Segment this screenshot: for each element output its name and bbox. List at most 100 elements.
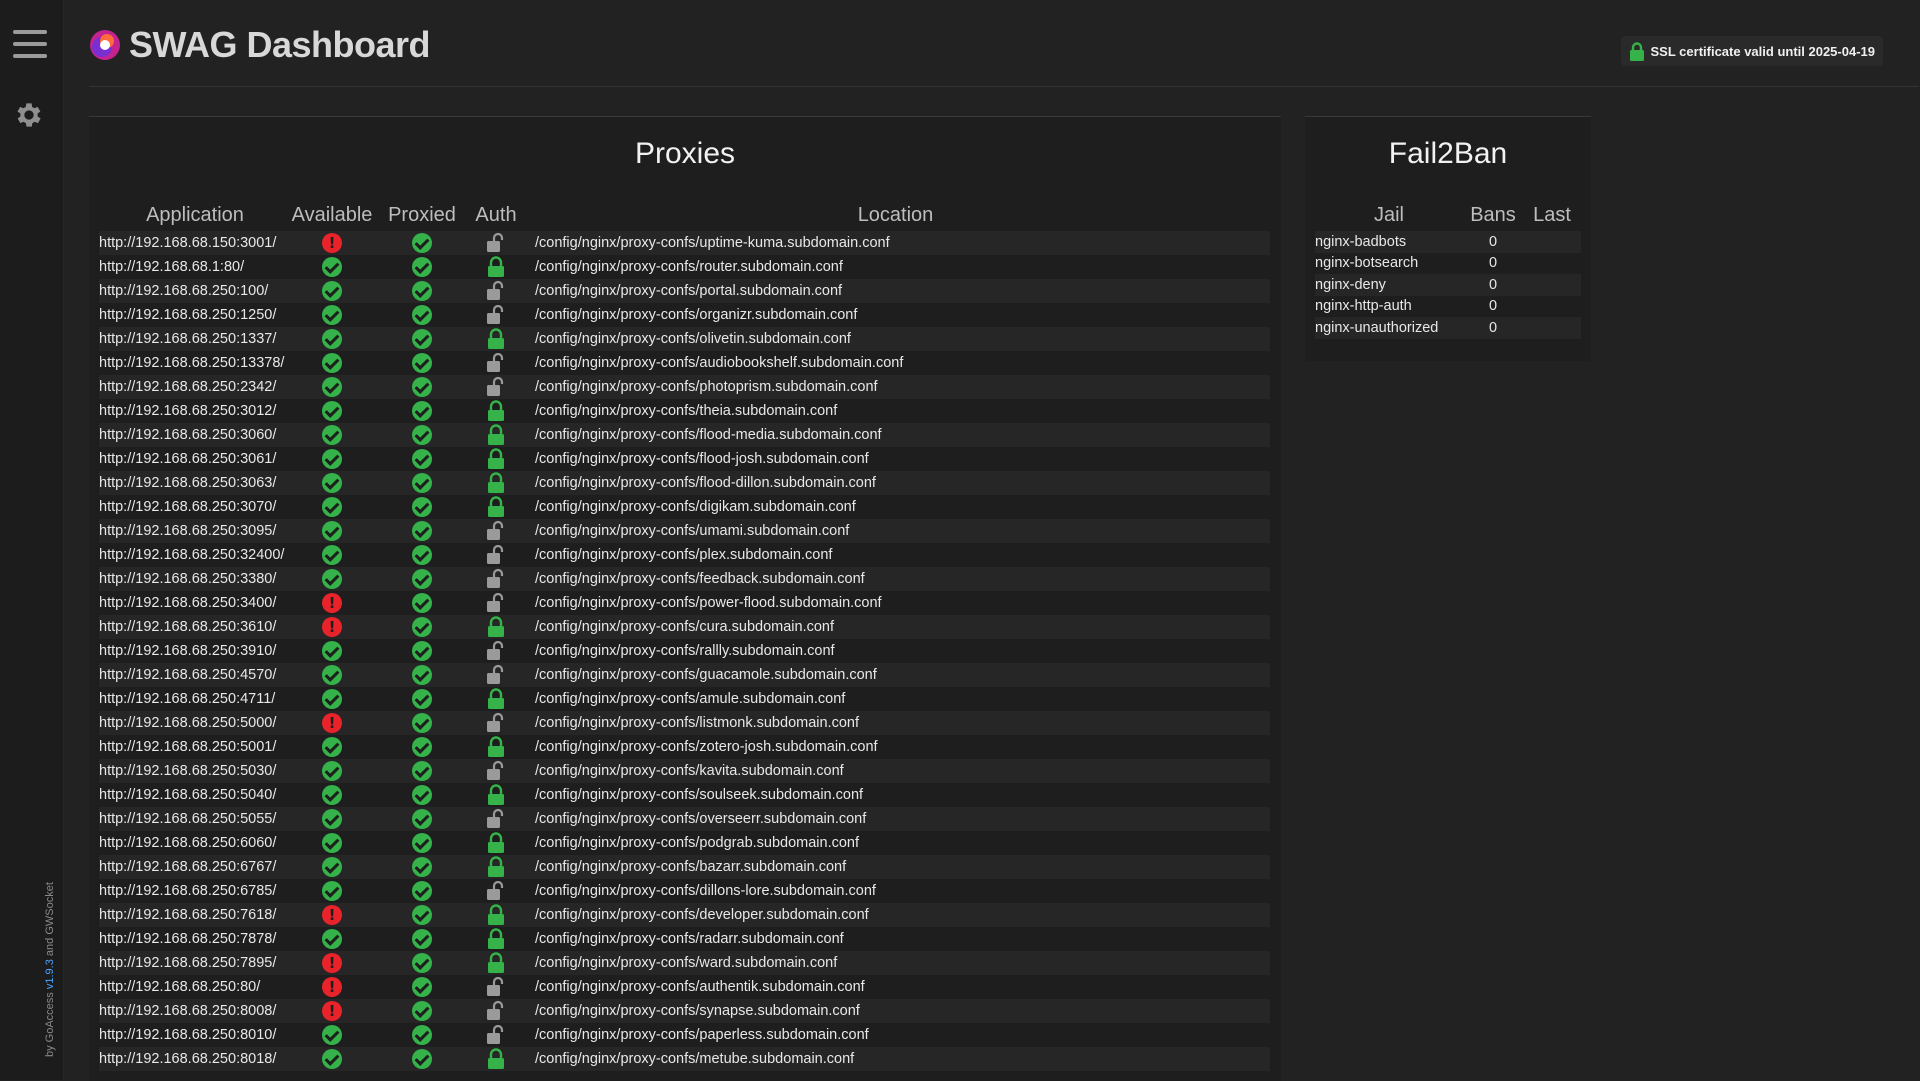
proxy-location-text: /config/nginx/proxy-confs/paperless.subd… <box>535 1027 869 1043</box>
proxy-auth-cell <box>471 375 521 399</box>
column-header-proxied[interactable]: Proxied <box>373 199 471 231</box>
proxy-location-text: /config/nginx/proxy-confs/rallly.subdoma… <box>535 643 835 659</box>
proxy-application-link[interactable]: http://192.168.68.250:6767/ <box>99 855 291 879</box>
proxy-application-link[interactable]: http://192.168.68.250:5001/ <box>99 735 291 759</box>
proxy-application-link[interactable]: http://192.168.68.250:4570/ <box>99 663 291 687</box>
check-circle-icon <box>412 545 432 565</box>
proxy-application-link[interactable]: http://192.168.68.250:8010/ <box>99 1023 291 1047</box>
proxy-proxied-cell <box>373 543 471 567</box>
column-header-auth[interactable]: Auth <box>471 199 521 231</box>
proxy-location-text: /config/nginx/proxy-confs/listmonk.subdo… <box>521 711 1270 735</box>
proxy-auth-cell <box>471 927 521 951</box>
check-circle-icon <box>412 761 432 781</box>
column-header-last[interactable]: Last <box>1523 199 1581 231</box>
proxy-auth-cell <box>471 807 521 831</box>
proxy-application-link[interactable]: http://192.168.68.250:8008/ <box>99 999 291 1023</box>
proxy-row: http://192.168.68.250:8018/ /config/nginx… <box>99 1047 1270 1071</box>
proxy-auth-cell <box>471 303 521 327</box>
proxy-proxied-cell <box>373 423 471 447</box>
proxy-application-link[interactable]: http://192.168.68.250:100/ <box>99 279 291 303</box>
proxy-application-link[interactable]: http://192.168.68.250:8018/ <box>99 1047 291 1071</box>
proxy-application-link[interactable]: http://192.168.68.250:3910/ <box>99 639 291 663</box>
check-circle-icon <box>412 449 432 469</box>
proxy-location-text: /config/nginx/proxy-confs/flood-media.su… <box>521 423 1270 447</box>
proxy-application-link[interactable]: http://192.168.68.250:1337/ <box>99 327 291 351</box>
proxy-application-link[interactable]: http://192.168.68.250:2342/ <box>99 375 291 399</box>
page-title: SWAG Dashboard <box>129 24 431 65</box>
proxy-application-link[interactable]: http://192.168.68.250:4711/ <box>99 687 291 711</box>
proxy-application-link[interactable]: http://192.168.68.250:32400/ <box>99 543 291 567</box>
proxy-application-link[interactable]: http://192.168.68.250:6060/ <box>99 831 291 855</box>
proxy-available-cell <box>291 423 373 447</box>
proxy-application-link[interactable]: http://192.168.68.250:7895/ <box>99 951 291 975</box>
proxy-available-cell <box>291 519 373 543</box>
proxy-application-link[interactable]: http://192.168.68.250:3012/ <box>99 399 291 423</box>
proxy-application-link[interactable]: http://192.168.68.250:13378/ <box>99 351 291 375</box>
proxy-proxied-cell <box>373 399 471 423</box>
fail2ban-row: nginx-unauthorized 0 <box>1315 317 1581 339</box>
lock-open-icon <box>485 568 507 588</box>
proxy-location-text: /config/nginx/proxy-confs/power-flood.su… <box>535 595 882 611</box>
proxy-application-link[interactable]: http://192.168.68.250:5055/ <box>99 807 291 831</box>
proxy-application-link[interactable]: http://192.168.68.250:7618/ <box>99 903 291 927</box>
gear-icon[interactable] <box>13 99 45 131</box>
fail2ban-row: nginx-botsearch 0 <box>1315 253 1581 275</box>
lock-open-icon <box>485 808 507 828</box>
column-header-location[interactable]: Location <box>521 199 1270 231</box>
credits-suffix-link[interactable]: GWSocket <box>44 882 56 935</box>
proxy-application-link[interactable]: http://192.168.68.250:6785/ <box>99 879 291 903</box>
column-header-bans[interactable]: Bans <box>1463 199 1523 231</box>
proxy-row: http://192.168.68.250:7878/ /config/nginx… <box>99 927 1270 951</box>
proxy-proxied-cell <box>373 375 471 399</box>
proxy-application-link[interactable]: http://192.168.68.250:3400/ <box>99 591 291 615</box>
jail-bans: 0 <box>1463 317 1523 339</box>
proxy-application-link[interactable]: http://192.168.68.250:7878/ <box>99 927 291 951</box>
proxy-row: http://192.168.68.250:2342/ /config/nginx… <box>99 375 1270 399</box>
proxy-auth-cell <box>471 471 521 495</box>
credits-joiner: and <box>44 937 56 957</box>
proxy-application-link[interactable]: http://192.168.68.150:3001/ <box>99 231 291 255</box>
proxy-row: http://192.168.68.250:5040/ /config/nginx… <box>99 783 1270 807</box>
proxy-application-link[interactable]: http://192.168.68.1:80/ <box>99 255 291 279</box>
proxy-application-link[interactable]: http://192.168.68.250:3061/ <box>99 447 291 471</box>
check-circle-icon <box>412 521 432 541</box>
error-circle-icon <box>322 953 342 973</box>
proxy-auth-cell <box>471 543 521 567</box>
check-circle-icon <box>412 401 432 421</box>
proxy-proxied-cell <box>373 615 471 639</box>
proxy-auth-cell <box>471 735 521 759</box>
proxy-application-link[interactable]: http://192.168.68.250:3070/ <box>99 495 291 519</box>
check-circle-icon <box>412 1001 432 1021</box>
proxy-auth-cell <box>471 327 521 351</box>
jail-bans: 0 <box>1463 274 1523 296</box>
column-header-application[interactable]: Application <box>99 199 291 231</box>
jail-name: nginx-deny <box>1315 274 1463 296</box>
proxies-title: Proxies <box>634 137 736 170</box>
proxy-row: http://192.168.68.250:13378/ /config/ngin… <box>99 351 1270 375</box>
check-circle-icon <box>412 713 432 733</box>
check-circle-icon <box>322 569 342 589</box>
column-header-jail[interactable]: Jail <box>1315 199 1463 231</box>
proxy-application-link[interactable]: http://192.168.68.250:1250/ <box>99 303 291 327</box>
proxy-application-link[interactable]: http://192.168.68.250:3610/ <box>99 615 291 639</box>
hamburger-menu-icon[interactable] <box>13 30 47 64</box>
credits-text: by GoAccess v1.9.3 and GWSocket <box>44 882 56 1057</box>
jail-bans: 0 <box>1488 298 1498 315</box>
lock-open-icon <box>485 232 507 252</box>
credits-version-link[interactable]: v1.9.3 <box>44 959 56 989</box>
proxy-application-link[interactable]: http://192.168.68.250:3063/ <box>99 471 291 495</box>
proxy-application-link[interactable]: http://192.168.68.250:80/ <box>99 975 291 999</box>
proxy-proxied-cell <box>373 711 471 735</box>
proxy-available-cell <box>291 303 373 327</box>
proxy-row: http://192.168.68.250:1337/ /config/nginx… <box>99 327 1270 351</box>
proxy-application-link[interactable]: http://192.168.68.250:3095/ <box>99 519 291 543</box>
proxy-available-cell <box>291 663 373 687</box>
column-header-available[interactable]: Available <box>291 199 373 231</box>
proxy-application-link[interactable]: http://192.168.68.250:5030/ <box>99 759 291 783</box>
proxy-application-link[interactable]: http://192.168.68.250:5040/ <box>99 783 291 807</box>
proxy-application-link[interactable]: http://192.168.68.250:3380/ <box>99 567 291 591</box>
error-circle-icon <box>322 233 342 253</box>
proxy-application-link[interactable]: http://192.168.68.250:3060/ <box>99 423 291 447</box>
ssl-status-badge: SSL certificate valid until 2025-04-19 <box>1620 36 1883 66</box>
proxy-application-link[interactable]: http://192.168.68.250:5000/ <box>99 711 291 735</box>
